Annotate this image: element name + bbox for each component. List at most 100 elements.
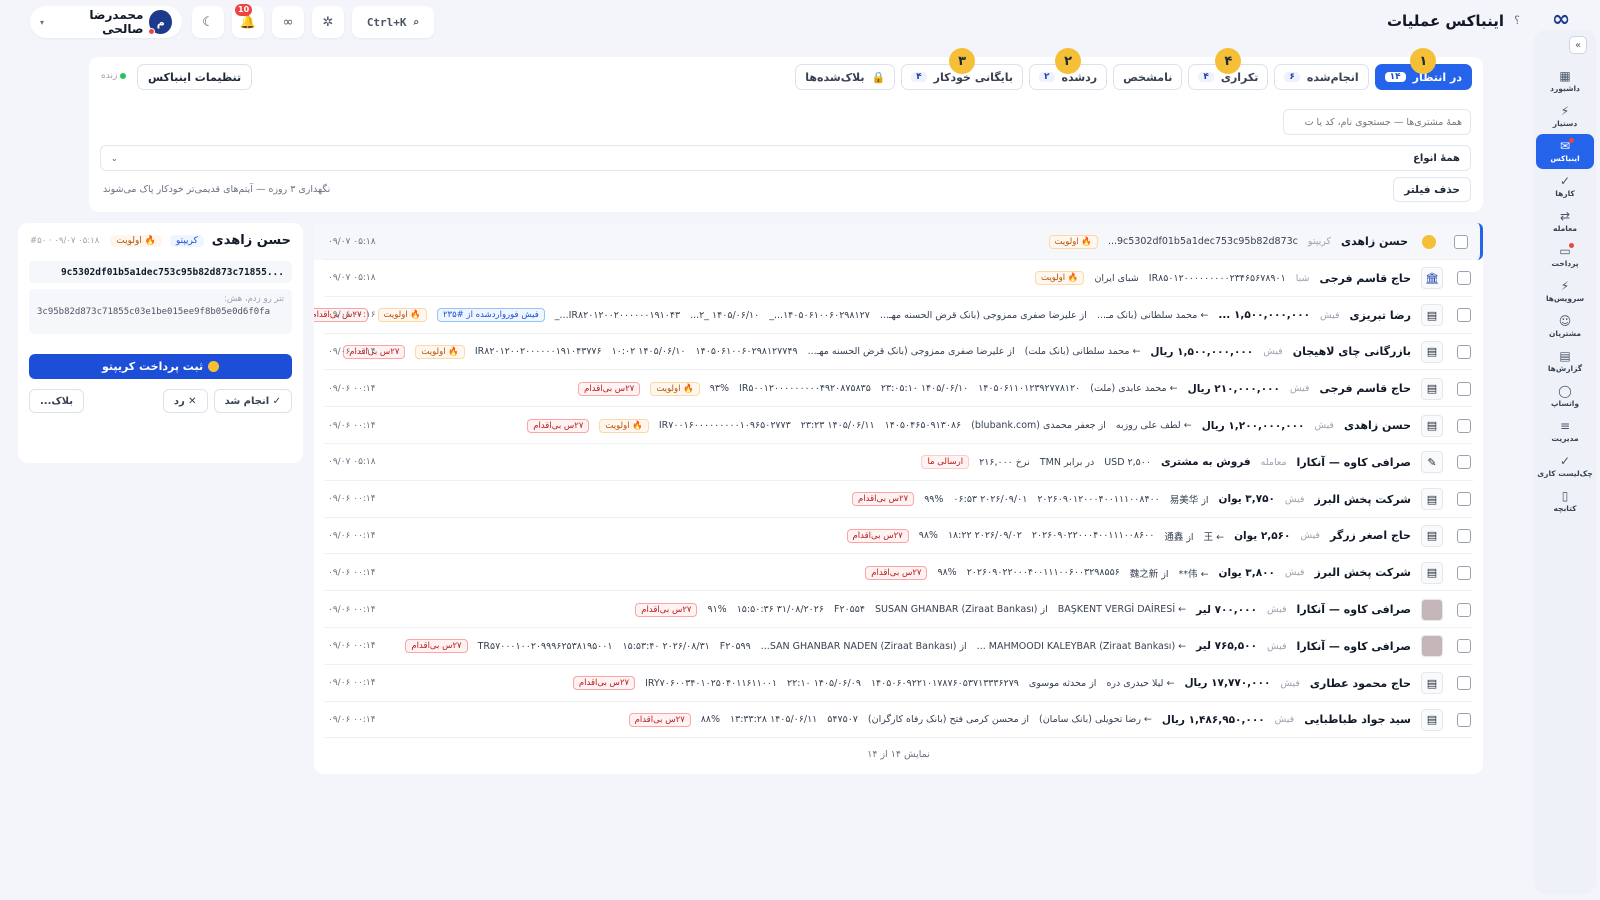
row-detail: F۲۰۵۹۹ bbox=[719, 640, 751, 652]
mark-done-button[interactable]: ✓ انجام شد bbox=[213, 389, 292, 413]
status-tab[interactable]: ردشده ۲ ۲ bbox=[1029, 48, 1108, 90]
sidebar-item[interactable]: ✓ کارها bbox=[1536, 169, 1594, 204]
status-badge: 🔥 اولویت bbox=[377, 308, 427, 323]
sidebar-item[interactable]: ▤ گزارش‌ها bbox=[1536, 344, 1594, 379]
sidebar-item[interactable]: ≡ مدیریت bbox=[1536, 414, 1594, 449]
register-crypto-payment-button[interactable]: ثبت پرداخت کریپتو bbox=[29, 354, 292, 379]
block-button[interactable]: بلاک... bbox=[29, 389, 84, 413]
inbox-settings-button[interactable]: تنظیمات اینباکس bbox=[137, 64, 253, 90]
receipt-thumbnail[interactable]: ▤ bbox=[1421, 672, 1443, 695]
sidebar-item[interactable]: ⚡ سرویس‌ها bbox=[1536, 274, 1594, 309]
row-detail: ۱۴۰۵۰۶۱۰۰۶۰۲۹۸۱۲۷..._ bbox=[769, 309, 870, 321]
receipt-thumbnail[interactable]: ▤ bbox=[1421, 377, 1443, 400]
customer-name: حاج محمود عطاری bbox=[1309, 676, 1411, 690]
row-checkbox[interactable] bbox=[1457, 308, 1471, 323]
customer-name: بازرگانی چای لاهیجان bbox=[1292, 345, 1411, 359]
row-checkbox[interactable] bbox=[1457, 271, 1471, 286]
help-icon[interactable]: ؟ bbox=[1514, 14, 1520, 27]
row-checkbox[interactable] bbox=[1457, 344, 1471, 359]
clear-filter-button[interactable]: حذف فیلتر bbox=[1393, 177, 1471, 202]
sidebar-item[interactable]: ▯ کتابچه bbox=[1536, 484, 1594, 519]
receipt-thumbnail[interactable]: ▤ bbox=[1421, 708, 1443, 731]
sidebar-item[interactable]: ▦ داشبورد bbox=[1536, 64, 1594, 99]
type-select[interactable]: همهٔ انواع ⌄ bbox=[100, 145, 1471, 171]
sidebar-item[interactable]: ⇄ معامله bbox=[1536, 204, 1594, 239]
row-checkbox[interactable] bbox=[1457, 602, 1471, 617]
coin-icon[interactable] bbox=[1422, 234, 1436, 249]
table-row[interactable]: ▤ بازرگانی چای لاهیجان فیش ۱,۵۰۰,۰۰۰,۰۰۰ ری… bbox=[314, 333, 1483, 371]
row-detail: از SUSAN GHANBAR (Ziraat Bankası) bbox=[874, 604, 1048, 615]
search-icon: ⌕ bbox=[412, 15, 420, 29]
table-row[interactable]: ▤ حاج محمود عطاری فیش ۱۷,۷۷۰,۰۰۰ ریال ← لیلا… bbox=[314, 665, 1483, 702]
receipt-thumbnail[interactable]: ▤ bbox=[1421, 488, 1443, 511]
table-row[interactable]: ▤ شرکت پخش البرز فیش ۳,۷۵۰ یوان از 易美华 ۲۰۲۶۰۹… bbox=[314, 481, 1483, 518]
row-checkbox[interactable] bbox=[1457, 639, 1471, 654]
reject-button[interactable]: ✕ رد bbox=[162, 389, 208, 413]
table-row[interactable]: ▤ حاج قاسم فرجی فیش ۲۱۰,۰۰۰,۰۰۰ ریال ← محمد … bbox=[314, 370, 1483, 408]
table-row[interactable]: ▤ رضا تبریزی فیش ۱,۵۰۰,۰۰۰,۰۰۰ ... ← محمد سل… bbox=[314, 297, 1483, 334]
row-checkbox[interactable] bbox=[1457, 712, 1471, 727]
transaction-hash[interactable]: 9c5302df01b5a1dec753c95b82d873c71855... bbox=[29, 261, 292, 283]
user-menu[interactable]: م محمدرضا صالحی ▾ bbox=[30, 6, 182, 38]
tab-count: ۴ bbox=[1198, 72, 1214, 82]
row-detail: در برابر TMN bbox=[1039, 456, 1095, 468]
brand-logo[interactable]: ∞ bbox=[1544, 9, 1578, 31]
receipt-thumbnail[interactable]: ▤ bbox=[1421, 561, 1443, 584]
status-tab[interactable]: در انتظار ۱۴ ۱ bbox=[1374, 48, 1472, 90]
row-checkbox[interactable] bbox=[1457, 565, 1471, 580]
receipt-thumbnail[interactable] bbox=[1421, 635, 1443, 658]
receipt-thumbnail[interactable]: 🏛 bbox=[1421, 267, 1443, 290]
theme-toggle-button[interactable]: ☾ bbox=[192, 6, 224, 38]
receipt-thumbnail[interactable] bbox=[1421, 598, 1443, 621]
sidebar-item[interactable]: ▭ پرداخت bbox=[1536, 239, 1594, 274]
nav-items: ▦ داشبورد ⚡ دستیار ✉ اینباکس ✓ کارها ⇄ معامله ▭ پرد… bbox=[1536, 64, 1594, 519]
table-row[interactable]: 🏛 حاج قاسم فرجی شبا IR۸۵۰۱۲۰۰۰۰۰۰۰۰۰۲۳۴۶۵۶۷… bbox=[314, 260, 1483, 297]
receipt-thumbnail[interactable]: ✎ bbox=[1421, 451, 1443, 474]
status-tab[interactable]: 🔒 بلاک‌شده‌ها bbox=[795, 64, 896, 90]
receipt-thumbnail[interactable]: ▤ bbox=[1421, 414, 1443, 437]
status-badge: ۲۷س بی‌اقدام bbox=[846, 528, 909, 543]
row-checkbox[interactable] bbox=[1457, 528, 1471, 543]
sidebar-item[interactable]: ✉ اینباکس bbox=[1536, 134, 1594, 169]
table-row[interactable]: صرافی کاوه — آنکارا فیش ۷۰۰,۰۰۰ لیر ← BAŞKE… bbox=[314, 591, 1483, 628]
link-button[interactable]: ∞ bbox=[272, 6, 304, 38]
command-search-button[interactable]: ⌕ Ctrl+K bbox=[352, 6, 434, 38]
notifications-button[interactable]: 🔔 10 bbox=[232, 4, 264, 38]
sidebar-item[interactable]: ⚡ دستیار bbox=[1536, 99, 1594, 134]
table-row[interactable]: حسن زاهدی کریپتو 9c5302df01b5a1dec753c95b8… bbox=[314, 223, 1483, 260]
table-row[interactable]: ▤ سید جواد طباطبایی فیش ۱,۴۸۶,۹۵۰,۰۰۰ ریال ←… bbox=[314, 701, 1483, 739]
receipt-thumbnail[interactable]: ▤ bbox=[1421, 524, 1443, 547]
status-tab[interactable]: بایگانی خودکار ۴ ۳ bbox=[901, 48, 1023, 90]
sidebar-item-label: چک‌لیست کاری bbox=[1537, 469, 1593, 478]
receipt-thumbnail[interactable]: ▤ bbox=[1421, 304, 1443, 327]
notification-dot bbox=[1569, 138, 1574, 143]
bug-report-button[interactable]: ✲ bbox=[312, 6, 344, 38]
status-tab[interactable]: تکراری ۴ ۴ bbox=[1188, 48, 1269, 90]
table-row[interactable]: ▤ حسن زاهدی فیش ۱,۲۰۰,۰۰۰,۰۰۰ ریال ← لطف علی… bbox=[314, 407, 1483, 444]
row-checkbox[interactable] bbox=[1457, 492, 1471, 507]
status-tab[interactable]: انجام‌شده ۶ bbox=[1274, 64, 1369, 90]
sidebar-item[interactable]: ✓ چک‌لیست کاری bbox=[1536, 449, 1594, 484]
table-row[interactable]: ✎ صرافی کاوه — آنکارا معامله فروش به مشتری U… bbox=[314, 444, 1483, 481]
table-row[interactable]: ▤ حاج اصغر زرگر فیش ۲,۵۶۰ یوان ← 王 از 通鑫 ۲۰۲۶۰… bbox=[314, 517, 1483, 555]
row-checkbox[interactable] bbox=[1457, 418, 1471, 433]
collapse-sidebar-button[interactable]: » bbox=[1569, 36, 1587, 54]
table-row[interactable]: ▤ شرکت پخش البرز فیش ۳,۸۰۰ یوان ← 伟** از 魏之新 ۲… bbox=[314, 554, 1483, 592]
sidebar-item[interactable]: ◯ واتساپ bbox=[1536, 379, 1594, 414]
customer-search-input[interactable] bbox=[1283, 109, 1471, 135]
table-row[interactable]: صرافی کاوه — آنکارا فیش ۷۶۵,۵۰۰ لیر ← MAHMO… bbox=[314, 628, 1483, 665]
status-tab[interactable]: نامشخص bbox=[1113, 64, 1183, 90]
step-marker: ۳ bbox=[949, 48, 976, 74]
row-timestamp: ۰۹/۰۶ ۰۰:۱۶ bbox=[328, 310, 376, 321]
sidebar-item[interactable]: ☺ مشتریان bbox=[1536, 309, 1594, 344]
row-checkbox[interactable] bbox=[1454, 234, 1468, 249]
coin-icon bbox=[208, 361, 220, 372]
receipt-thumbnail[interactable]: ▤ bbox=[1421, 340, 1443, 363]
row-checkbox[interactable] bbox=[1457, 676, 1471, 691]
row-detail: ۱۴۰۵/۰۶/۰۹ ۲۲:۱۰ bbox=[787, 677, 861, 689]
row-detail: از محسن کرمی فتح (بانک رفاه کارگران) bbox=[867, 714, 1029, 726]
row-checkbox[interactable] bbox=[1457, 455, 1471, 470]
row-checkbox[interactable] bbox=[1457, 381, 1471, 396]
item-type: فیش bbox=[1267, 640, 1287, 652]
row-content: صرافی کاوه — آنکارا معامله فروش به مشتری US… bbox=[314, 455, 1411, 470]
